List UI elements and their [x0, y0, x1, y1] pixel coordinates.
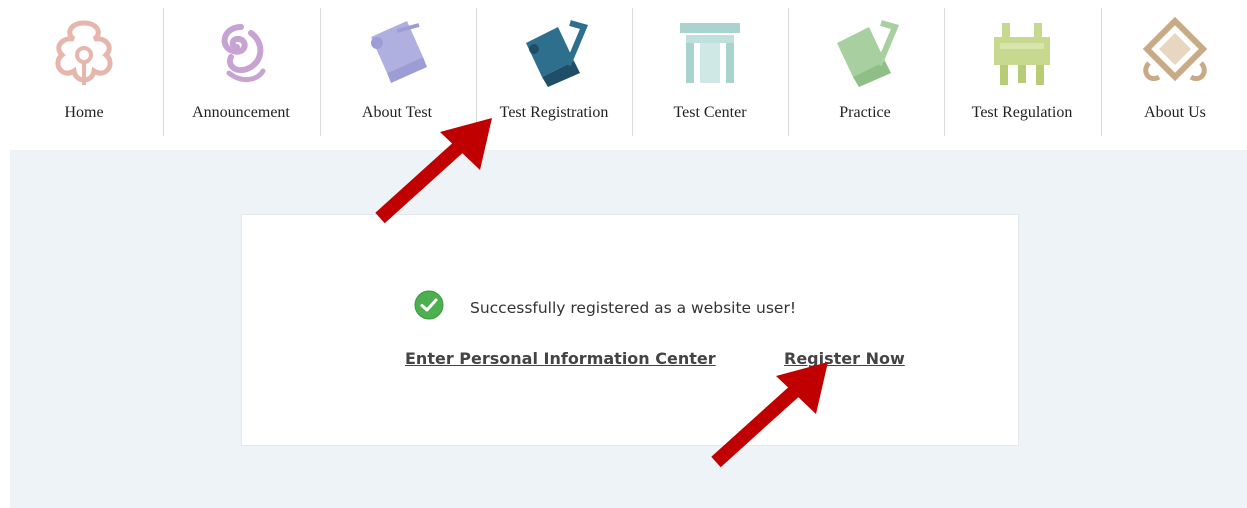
scroll-brush-icon [820, 8, 910, 98]
success-message: Successfully registered as a website use… [414, 290, 796, 325]
nav-divider [1101, 8, 1102, 136]
scroll-icon [352, 8, 442, 98]
check-circle-icon [414, 290, 444, 325]
nav-item-practice[interactable]: Practice [815, 8, 915, 136]
nav-label-announcement: Announcement [192, 104, 290, 121]
annotation-arrow-icon [711, 362, 828, 468]
nav-divider [788, 8, 789, 136]
cloud-ornament-icon [39, 8, 129, 98]
nav-label-test-registration: Test Registration [499, 104, 609, 121]
success-text: Successfully registered as a website use… [470, 298, 797, 317]
nav-divider [632, 8, 633, 136]
swirl-icon [196, 8, 286, 98]
nav-label-test-regulation: Test Regulation [971, 104, 1073, 121]
nav-item-about-us[interactable]: About Us [1125, 8, 1225, 136]
nav-item-test-regulation[interactable]: Test Regulation [960, 8, 1084, 136]
nav-item-about-test[interactable]: About Test [345, 8, 449, 136]
nav-divider [163, 8, 164, 136]
nav-item-test-center[interactable]: Test Center [660, 8, 760, 136]
nav-item-home[interactable]: Home [38, 8, 130, 136]
nav-item-test-registration[interactable]: Test Registration [488, 8, 620, 136]
scroll-brush-icon [509, 8, 599, 98]
nav-divider [944, 8, 945, 136]
nav-label-about-us: About Us [1144, 104, 1206, 121]
nav-label-test-center: Test Center [673, 104, 747, 121]
diamond-knot-icon [1130, 8, 1220, 98]
nav-divider [476, 8, 477, 136]
nav-item-announcement[interactable]: Announcement [180, 8, 302, 136]
top-navigation: Home Announcement About Test Test Regist… [0, 0, 1247, 150]
gate-icon [665, 8, 755, 98]
nav-label-home: Home [64, 104, 104, 121]
nav-divider [320, 8, 321, 136]
bronze-vessel-icon [977, 8, 1067, 98]
enter-personal-info-center-link[interactable]: Enter Personal Information Center [405, 349, 716, 368]
nav-label-practice: Practice [839, 104, 891, 121]
annotation-arrow-icon [375, 118, 492, 224]
success-card [241, 214, 1019, 446]
